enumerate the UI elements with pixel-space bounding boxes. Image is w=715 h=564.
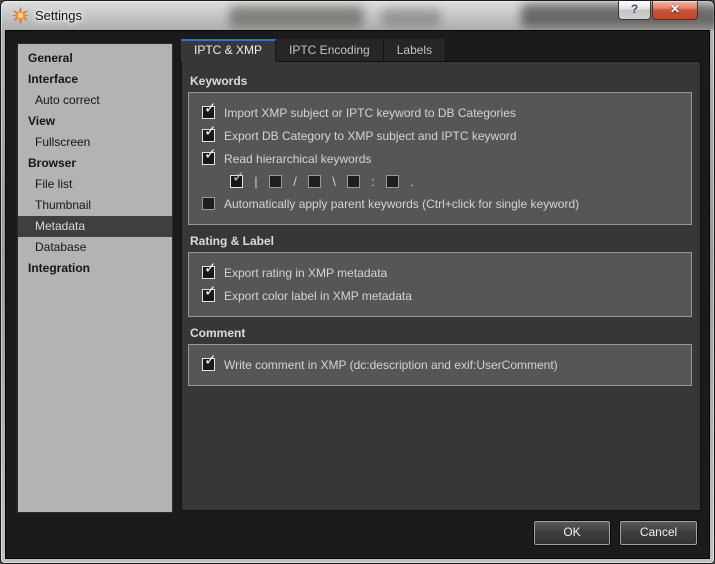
- separator-char: :: [371, 173, 375, 189]
- sidebar-item-label: Integration: [28, 261, 90, 275]
- checkbox-label: Export color label in XMP metadata: [224, 288, 412, 303]
- help-icon: ?: [630, 2, 639, 16]
- separator-checkbox-backslash[interactable]: [308, 174, 321, 188]
- caption-buttons: ? ✕: [618, 1, 698, 20]
- sidebar-item-label: General: [28, 51, 73, 65]
- sidebar-item-browser[interactable]: Browser: [18, 153, 172, 174]
- ok-button[interactable]: OK: [534, 521, 610, 545]
- checkbox-label: Write comment in XMP (dc:description and…: [224, 357, 558, 372]
- tab-iptc-xmp[interactable]: IPTC & XMP: [181, 39, 277, 61]
- cancel-button[interactable]: Cancel: [620, 521, 697, 545]
- checkbox-row[interactable]: Export color label in XMP metadata: [202, 282, 687, 307]
- separator-checkbox-slash[interactable]: [269, 174, 282, 188]
- checkbox-import-xmp[interactable]: [202, 99, 217, 119]
- separator-checkbox-colon[interactable]: [347, 174, 360, 188]
- separator-char: \: [332, 173, 336, 189]
- separator-checkbox-dot[interactable]: [386, 174, 399, 188]
- checkbox-write-comment[interactable]: [202, 351, 217, 371]
- checkbox-row[interactable]: Automatically apply parent keywords (Ctr…: [202, 192, 687, 215]
- group-title-keywords: Keywords: [190, 74, 248, 88]
- sidebar-item-label: Metadata: [35, 219, 86, 233]
- sidebar-item-metadata[interactable]: Metadata: [18, 216, 172, 237]
- checkbox-export-rating[interactable]: [202, 259, 217, 279]
- separator-checkbox-pipe[interactable]: [230, 168, 245, 188]
- tab-labels[interactable]: Labels: [383, 39, 447, 61]
- group-title-rating-label: Rating & Label: [190, 234, 275, 248]
- sidebar-item-interface[interactable]: Interface: [18, 69, 172, 90]
- sidebar-item-integration[interactable]: Integration: [18, 258, 172, 279]
- close-icon: ✕: [669, 2, 681, 16]
- group-keywords: Import XMP subject or IPTC keyword to DB…: [188, 92, 692, 225]
- group-title-comment: Comment: [190, 326, 246, 340]
- tab-label: IPTC & XMP: [194, 43, 263, 57]
- tab-label: IPTC Encoding: [289, 43, 370, 57]
- metadata-tab-control: IPTC & XMP IPTC Encoding Labels Keywords…: [181, 39, 701, 511]
- tab-strip: IPTC & XMP IPTC Encoding Labels: [181, 39, 701, 61]
- glass-reflection: [381, 9, 441, 27]
- sidebar-item-label: Auto correct: [35, 93, 100, 107]
- tab-page-iptc-xmp: Keywords Import XMP subject or IPTC keyw…: [181, 61, 701, 511]
- separator-char: |: [254, 173, 258, 189]
- glass-reflection: [229, 6, 364, 28]
- titlebar[interactable]: Settings: [1, 1, 714, 30]
- settings-sidebar: General Interface Auto correct View Full…: [17, 43, 173, 513]
- checkbox-row[interactable]: Import XMP subject or IPTC keyword to DB…: [202, 99, 687, 124]
- checkbox-apply-parent-keywords[interactable]: [202, 197, 215, 210]
- sidebar-item-general[interactable]: General: [18, 48, 172, 69]
- separator-char: /: [293, 173, 297, 189]
- window-title: Settings: [35, 8, 82, 23]
- checkbox-label: Export rating in XMP metadata: [224, 265, 388, 280]
- sidebar-item-label: Browser: [28, 156, 77, 170]
- hierarchy-separator-row: | / \ : .: [230, 168, 687, 192]
- sidebar-item-label: Interface: [28, 72, 79, 86]
- sidebar-item-label: Fullscreen: [35, 135, 91, 149]
- checkbox-row[interactable]: Export DB Category to XMP subject and IP…: [202, 122, 687, 147]
- sidebar-item-database[interactable]: Database: [18, 237, 172, 258]
- checkbox-row[interactable]: Read hierarchical keywords: [202, 145, 687, 170]
- tab-label: Labels: [396, 43, 433, 57]
- close-button[interactable]: ✕: [652, 1, 698, 20]
- group-comment: Write comment in XMP (dc:description and…: [188, 344, 692, 386]
- checkbox-row[interactable]: Write comment in XMP (dc:description and…: [202, 351, 687, 376]
- sidebar-item-file-list[interactable]: File list: [18, 174, 172, 195]
- checkbox-label: Automatically apply parent keywords (Ctr…: [224, 196, 580, 211]
- checkbox-label: Export DB Category to XMP subject and IP…: [224, 128, 517, 143]
- sidebar-item-fullscreen[interactable]: Fullscreen: [18, 132, 172, 153]
- checkbox-read-hierarchical[interactable]: [202, 145, 217, 165]
- help-button[interactable]: ?: [618, 1, 651, 20]
- tab-iptc-encoding[interactable]: IPTC Encoding: [276, 39, 384, 61]
- sidebar-item-label: View: [28, 114, 56, 128]
- client-area: General Interface Auto correct View Full…: [5, 30, 710, 559]
- sidebar-item-label: File list: [35, 177, 73, 191]
- checkbox-export-color-label[interactable]: [202, 282, 217, 302]
- checkbox-export-db-category[interactable]: [202, 122, 217, 142]
- sidebar-item-auto-correct[interactable]: Auto correct: [18, 90, 172, 111]
- checkbox-label: Read hierarchical keywords: [224, 151, 372, 166]
- settings-window: Settings ? ✕ General Interface Auto corr…: [0, 0, 715, 564]
- sidebar-item-view[interactable]: View: [18, 111, 172, 132]
- sidebar-item-thumbnail[interactable]: Thumbnail: [18, 195, 172, 216]
- sidebar-item-label: Thumbnail: [35, 198, 92, 212]
- checkbox-row[interactable]: Export rating in XMP metadata: [202, 259, 687, 284]
- checkbox-label: Import XMP subject or IPTC keyword to DB…: [224, 105, 516, 120]
- separator-char: .: [410, 173, 414, 189]
- group-rating-label: Export rating in XMP metadata Export col…: [188, 252, 692, 317]
- sidebar-item-label: Database: [35, 240, 87, 254]
- sunburst-icon: [12, 7, 29, 24]
